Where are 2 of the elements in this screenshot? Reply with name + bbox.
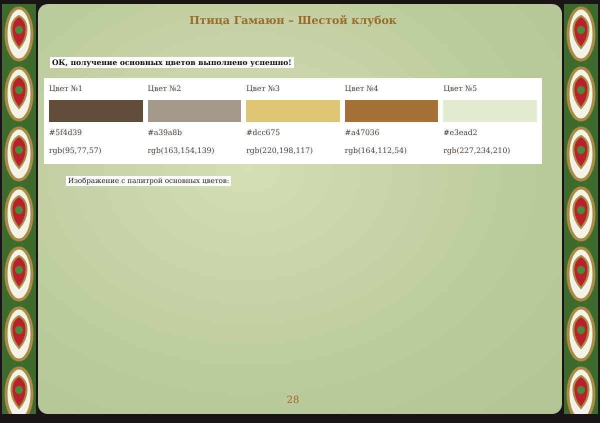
page-number: 28 (286, 395, 300, 406)
page-title: Птица Гамаюн – Шестой клубок (189, 14, 397, 27)
